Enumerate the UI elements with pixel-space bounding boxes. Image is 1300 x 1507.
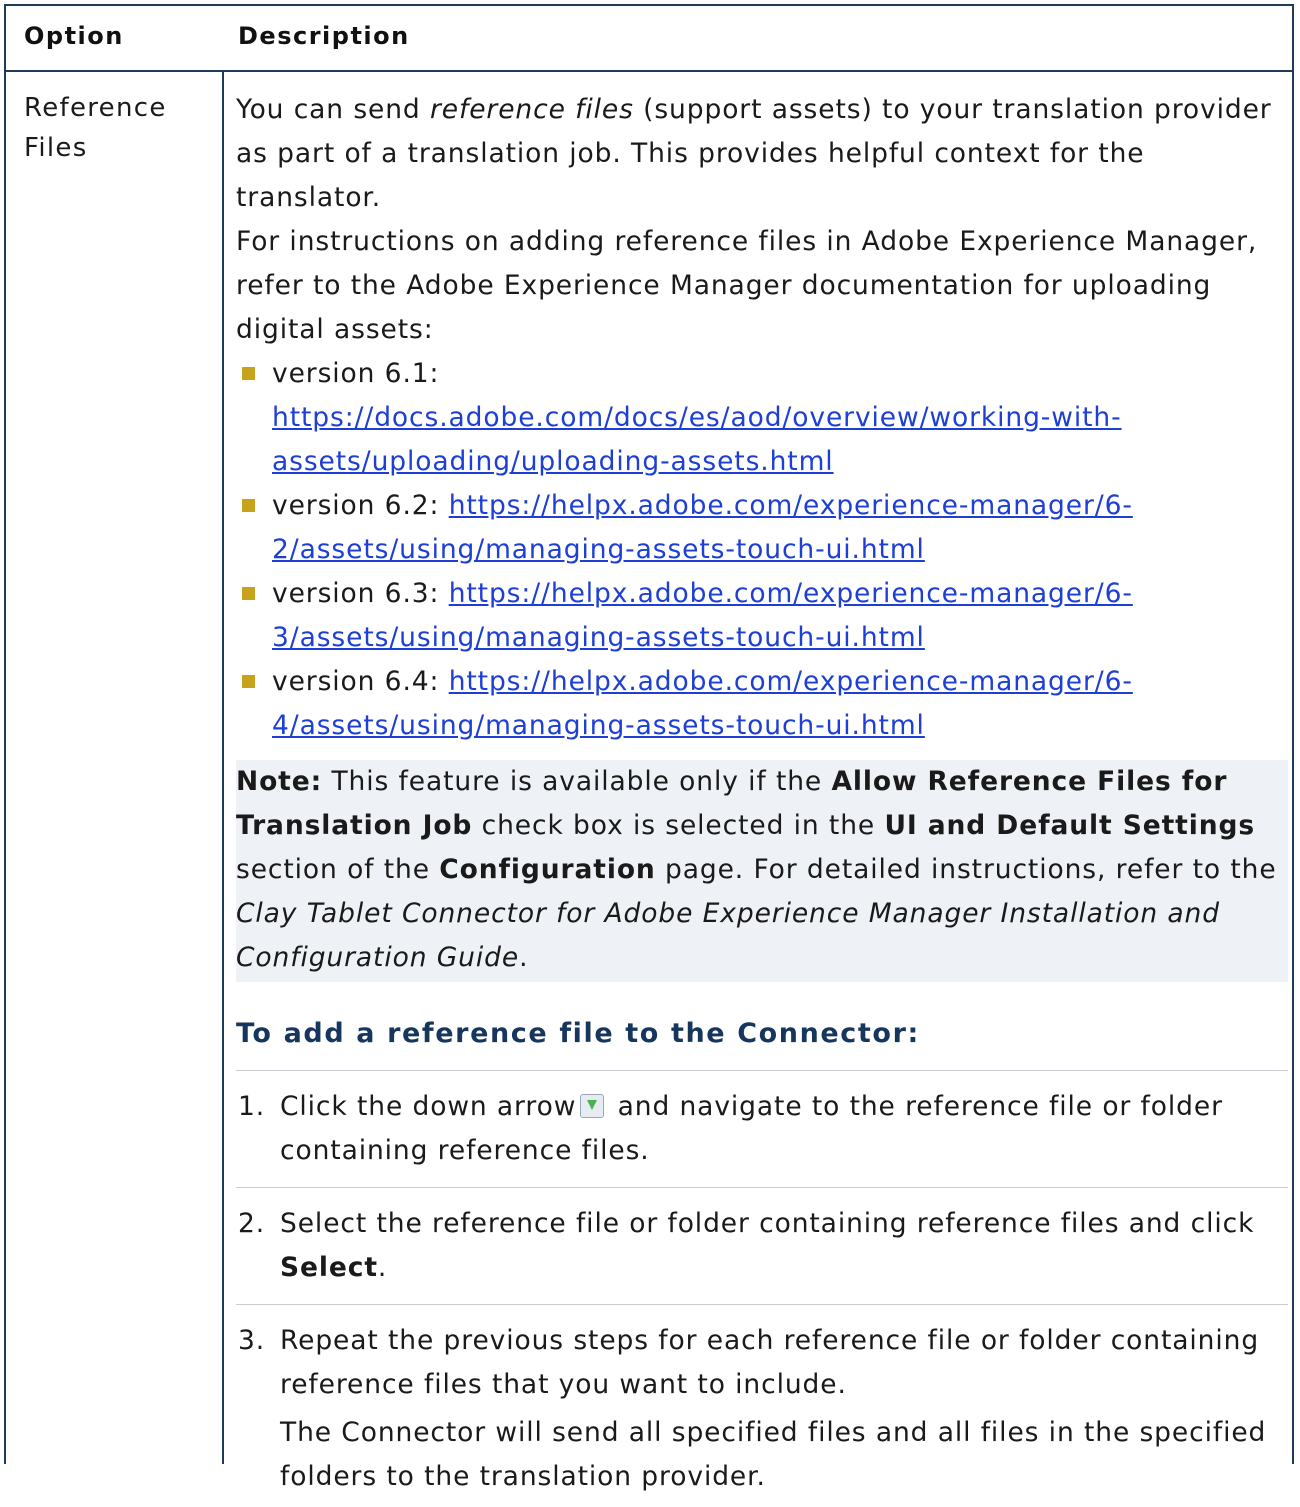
version-label: version 6.1: — [272, 358, 440, 389]
list-item: version 6.2: https://helpx.adobe.com/exp… — [236, 484, 1288, 572]
divider — [236, 1070, 1288, 1071]
divider — [236, 1187, 1288, 1188]
step-text: Repeat the previous steps for each refer… — [280, 1325, 1260, 1400]
note-guide-title: Clay Tablet Connector for Adobe Experien… — [236, 898, 1220, 973]
down-arrow-icon — [580, 1094, 605, 1118]
divider — [236, 1304, 1288, 1305]
list-item: version 6.4: https://helpx.adobe.com/exp… — [236, 660, 1288, 748]
bullet-icon — [242, 675, 255, 688]
version-label: version 6.2: — [272, 490, 440, 521]
description-cell: You can send reference files (support as… — [236, 88, 1288, 1507]
step-number: 2. — [238, 1208, 266, 1239]
version-list: version 6.1: https://docs.adobe.com/docs… — [236, 352, 1288, 748]
option-name: Reference Files — [24, 93, 167, 163]
note-box: Note: This feature is available only if … — [236, 760, 1288, 982]
intro-emphasis: reference files — [429, 94, 634, 125]
version-link[interactable]: https://docs.adobe.com/docs/es/aod/overv… — [272, 402, 1122, 477]
list-item: version 6.1: https://docs.adobe.com/docs… — [236, 352, 1288, 484]
step-text: . — [377, 1252, 388, 1283]
note-text: page. For detailed instructions, refer t… — [655, 854, 1277, 885]
intro-paragraph: You can send reference files (support as… — [236, 88, 1288, 220]
column-divider — [222, 6, 224, 1464]
note-bold: UI and Default Settings — [884, 810, 1256, 841]
version-label: version 6.3: — [272, 578, 440, 609]
step-text: Select the reference file or folder cont… — [280, 1208, 1255, 1239]
step-text: Click the down arrow — [280, 1091, 577, 1122]
step-subtext: The Connector will send all specified fi… — [280, 1417, 1267, 1492]
step-item: 2. Select the reference file or folder c… — [236, 1202, 1288, 1298]
step-item: 3. Repeat the previous steps for each re… — [236, 1319, 1288, 1507]
procedure-title: To add a reference file to the Connector… — [236, 1018, 920, 1049]
header-option: Option — [24, 22, 124, 50]
note-bold: Configuration — [439, 854, 656, 885]
step-bold: Select — [280, 1252, 378, 1283]
list-item: version 6.3: https://helpx.adobe.com/exp… — [236, 572, 1288, 660]
header-description: Description — [238, 22, 410, 50]
note-text: . — [519, 942, 529, 973]
step-number: 3. — [238, 1325, 266, 1356]
steps-list: 1. Click the down arrow and navigate to … — [236, 1085, 1288, 1507]
version-label: version 6.4: — [272, 666, 440, 697]
step-rule-wrap — [236, 1304, 1288, 1305]
step-rule-wrap — [236, 1187, 1288, 1188]
intro-text: You can send — [236, 94, 430, 125]
options-table: Option Description Reference Files You c… — [4, 4, 1294, 1492]
note-text: This feature is available only if the — [322, 766, 832, 797]
instructions-paragraph: For instructions on adding reference fil… — [236, 226, 1258, 345]
step-item: 1. Click the down arrow and navigate to … — [236, 1085, 1288, 1181]
bullet-icon — [242, 587, 255, 600]
bullet-icon — [242, 499, 255, 512]
step-number: 1. — [238, 1091, 266, 1122]
table-header: Option Description — [6, 6, 1292, 72]
bullet-icon — [242, 367, 255, 380]
note-text: check box is selected in the — [472, 810, 885, 841]
note-label: Note: — [236, 766, 323, 797]
note-text: section of the — [236, 854, 440, 885]
